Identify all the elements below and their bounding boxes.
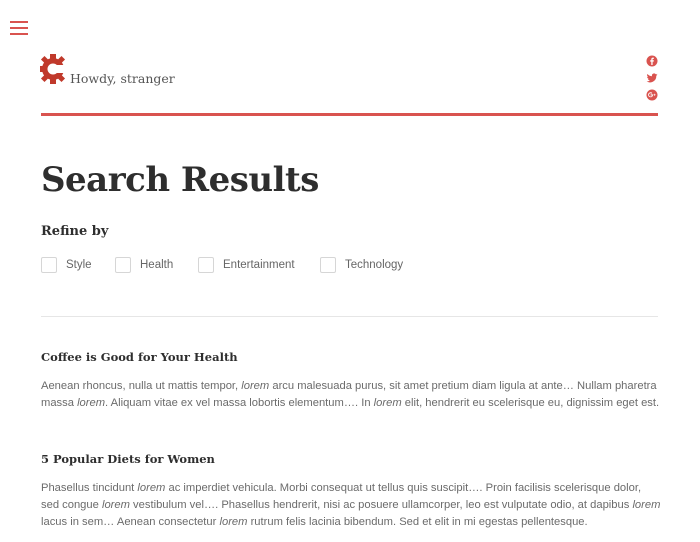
excerpt-text: vestibulum vel…. Phasellus hendrerit, ni… (129, 499, 633, 511)
highlighted-term: lorem (77, 397, 106, 409)
filter-checkbox-technology[interactable] (320, 257, 336, 273)
filter-label-style: Style (66, 259, 92, 271)
header-divider (41, 113, 658, 116)
excerpt-text: rutrum felis lacinia bibendum. Sed et el… (247, 516, 588, 528)
google-plus-icon[interactable] (646, 88, 658, 101)
excerpt-text: elit, hendrerit eu scelerisque eu, digni… (401, 397, 660, 409)
highlighted-term: lorem (241, 380, 270, 392)
section-divider (41, 316, 658, 317)
highlighted-term: lorem (101, 499, 130, 511)
highlighted-term: lorem (219, 516, 248, 528)
hamburger-menu-icon[interactable] (10, 20, 28, 36)
highlighted-term: lorem (632, 499, 661, 511)
twitter-icon[interactable] (646, 71, 658, 83)
excerpt-text: Phasellus tincidunt (41, 482, 138, 494)
site-logo-icon[interactable] (39, 52, 69, 86)
highlighted-term: lorem (137, 482, 166, 494)
result-title[interactable]: 5 Popular Diets for Women (41, 452, 215, 466)
greeting-text: Howdy, stranger (70, 71, 175, 86)
filter-checkbox-style[interactable] (41, 257, 57, 273)
highlighted-term: lorem (373, 397, 402, 409)
page-title: Search Results (41, 160, 319, 200)
social-links (646, 54, 660, 105)
filter-label-health: Health (140, 259, 174, 271)
excerpt-text: lacus in sem… Aenean consectetur (41, 516, 220, 528)
result-excerpt: Aenean rhoncus, nulla ut mattis tempor, … (41, 378, 661, 412)
filter-technology[interactable]: Technology (320, 256, 403, 274)
filter-entertainment[interactable]: Entertainment (198, 256, 295, 274)
filter-label-technology: Technology (345, 259, 404, 271)
excerpt-text: . Aliquam vitae ex vel massa lobortis el… (105, 397, 374, 409)
filter-style[interactable]: Style (41, 256, 92, 274)
filter-health[interactable]: Health (115, 256, 173, 274)
result-excerpt: Phasellus tincidunt lorem ac imperdiet v… (41, 480, 661, 531)
refine-heading: Refine by (41, 224, 109, 239)
result-title[interactable]: Coffee is Good for Your Health (41, 350, 238, 364)
filter-checkbox-health[interactable] (115, 257, 131, 273)
excerpt-text: Aenean rhoncus, nulla ut mattis tempor, (41, 380, 242, 392)
facebook-icon[interactable] (646, 54, 658, 67)
filter-checkbox-entertainment[interactable] (198, 257, 214, 273)
filter-label-entertainment: Entertainment (223, 259, 295, 271)
